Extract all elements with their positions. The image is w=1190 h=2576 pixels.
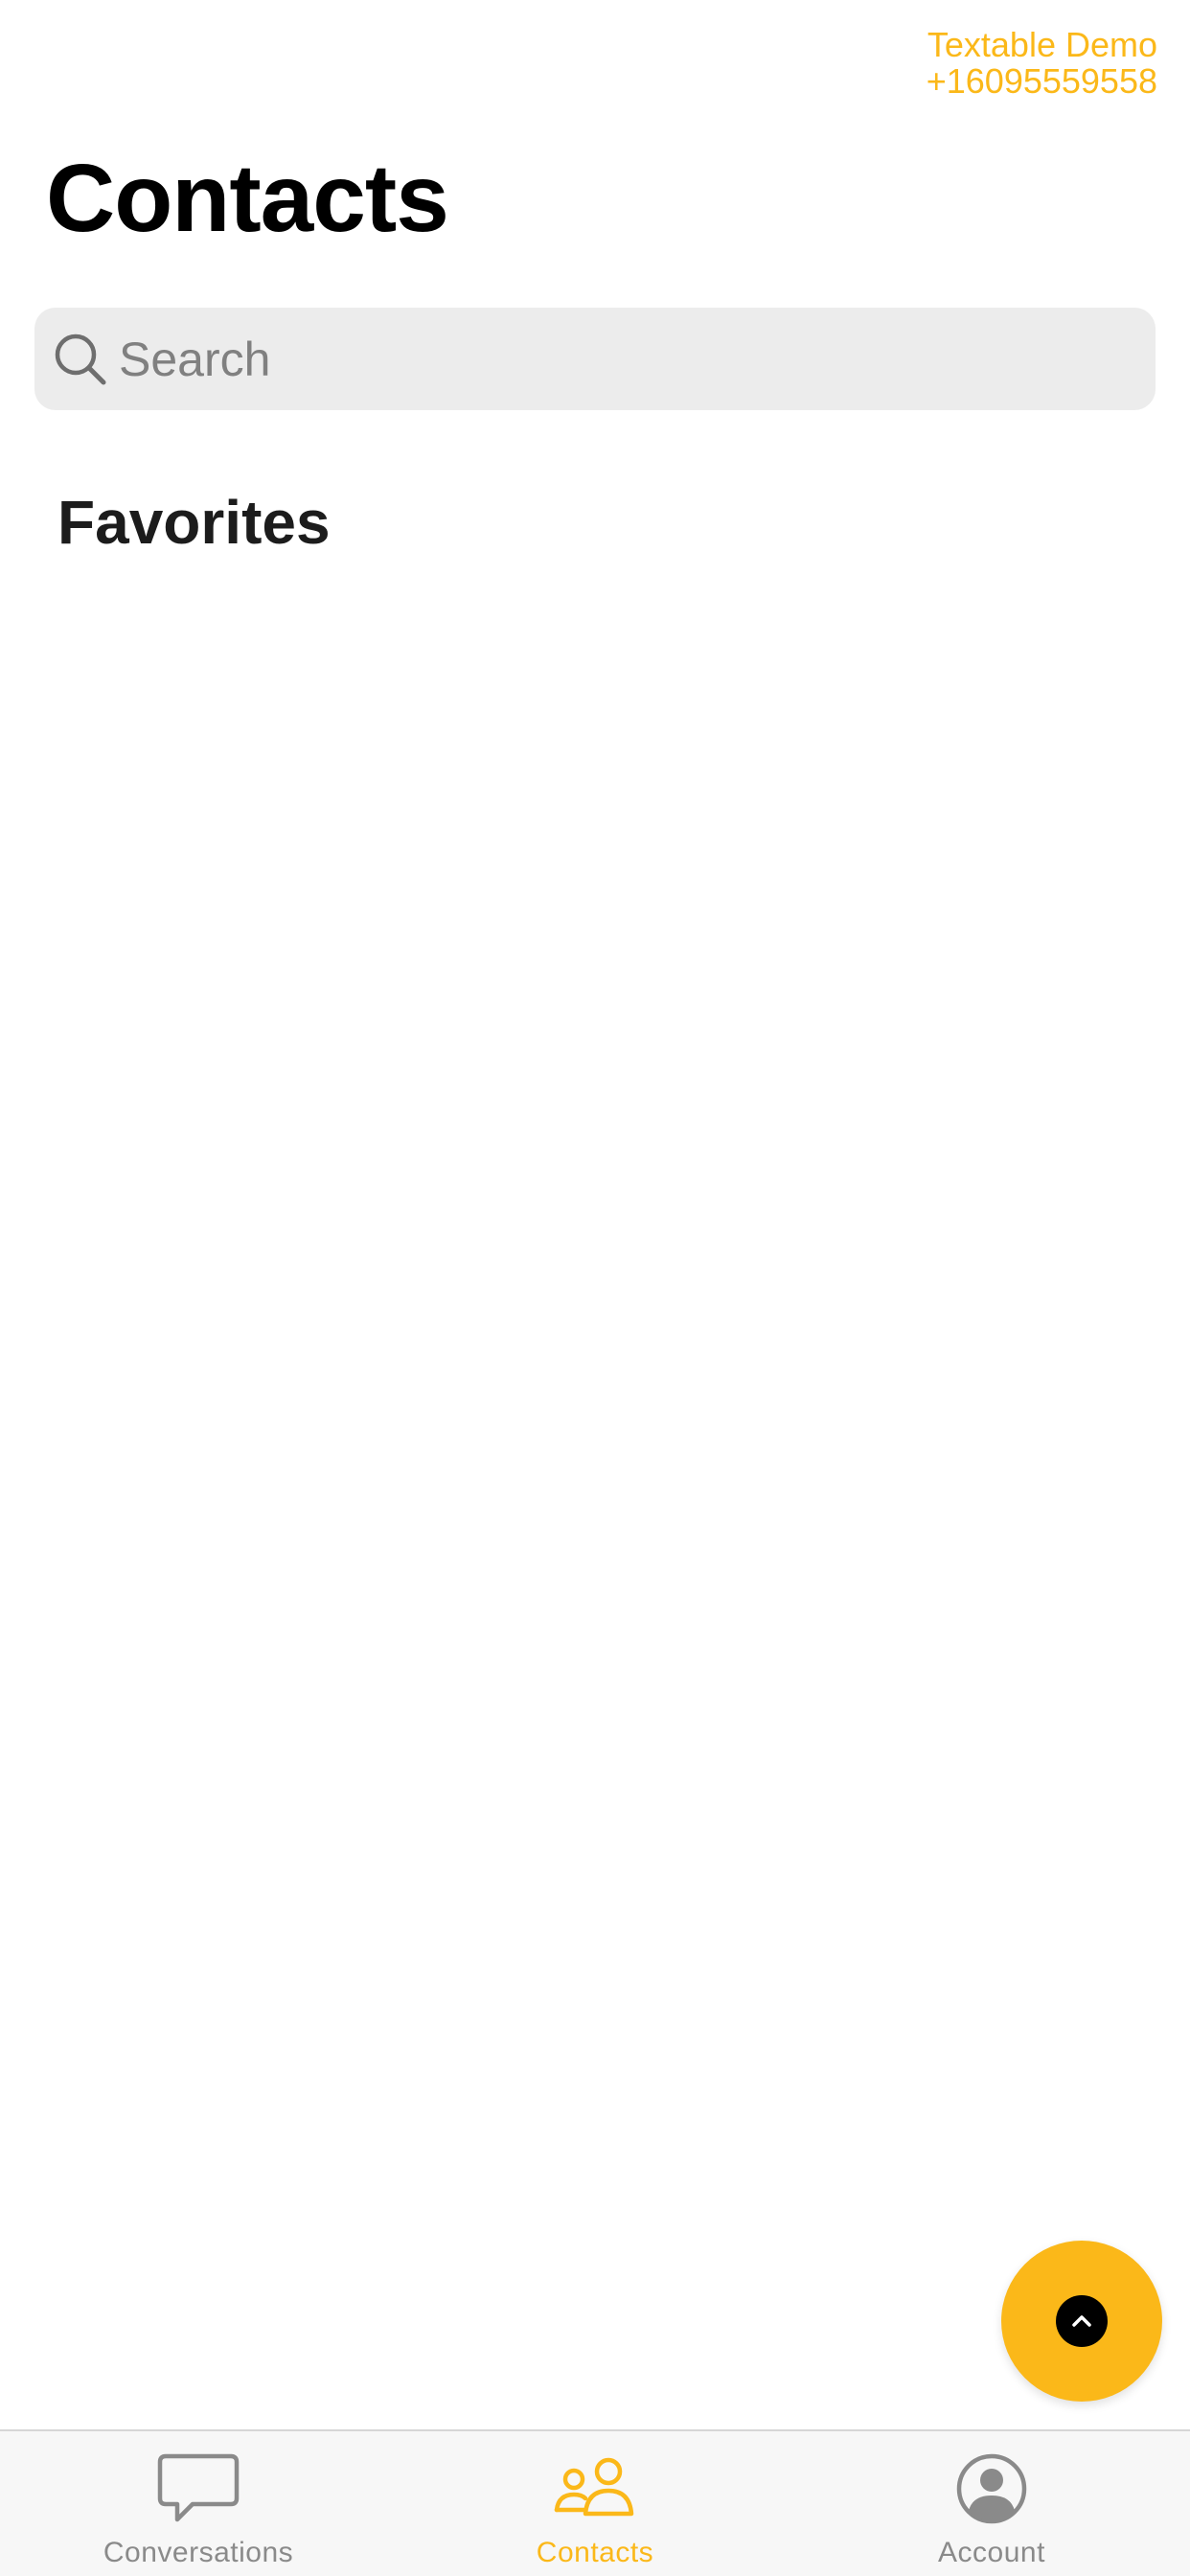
page-title: Contacts [46, 145, 449, 252]
chat-bubble-icon [157, 2453, 240, 2522]
contacts-screen: Textable Demo +16095559558 Contacts Favo… [0, 0, 1190, 2576]
tab-conversations[interactable]: Conversations [0, 2431, 397, 2576]
tab-account-label: Account [938, 2537, 1045, 2568]
tab-contacts[interactable]: Contacts [397, 2431, 793, 2576]
account-name: Textable Demo [927, 25, 1157, 64]
people-icon [554, 2457, 634, 2517]
tab-contacts-label: Contacts [536, 2537, 654, 2568]
search-bar[interactable] [34, 308, 1156, 410]
account-phone: +16095559558 [926, 61, 1157, 101]
favorites-section-title: Favorites [57, 488, 331, 557]
search-input[interactable] [119, 308, 1134, 410]
scroll-up-button[interactable] [1001, 2241, 1162, 2402]
account-circle-icon [956, 2453, 1027, 2524]
search-icon [55, 334, 106, 385]
account-info[interactable]: Textable Demo +16095559558 [927, 27, 1157, 100]
tab-conversations-label: Conversations [103, 2537, 294, 2568]
tab-account[interactable]: Account [793, 2431, 1190, 2576]
bottom-tab-bar: Conversations Contacts Account [0, 2429, 1190, 2576]
chevron-up-icon [1056, 2295, 1108, 2347]
